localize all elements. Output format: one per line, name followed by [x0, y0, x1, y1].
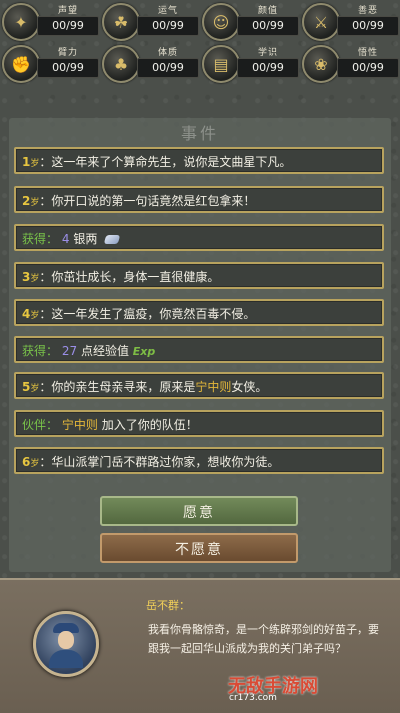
stat-label: 运气: [157, 6, 178, 16]
event-row: 1岁：这一年来了个算命先生，说你是文曲星下凡。: [14, 147, 384, 174]
event-age: 2岁: [22, 194, 40, 208]
scroll-icon: ✦: [2, 3, 40, 41]
event-row: 5岁：你的亲生母亲寻来，原来是宁中则女侠。: [14, 372, 384, 399]
crossed-swords-icon: ⚔: [302, 3, 340, 41]
event-sep: ：: [39, 155, 52, 169]
stat-looks: ☺ 颜值 00/99: [200, 2, 300, 42]
stat-value: 00/99: [337, 58, 399, 78]
stat-reputation: ✦ 声望 00/99: [0, 2, 100, 42]
reward-amount: 4: [61, 232, 70, 246]
stat-luck: ☘ 运气 00/99: [100, 2, 200, 42]
watermark-url: cr173.com: [229, 693, 277, 703]
event-text: 你的亲生母亲寻来，原来是: [51, 380, 196, 394]
event-text: 加入了你的队伍！: [101, 418, 198, 432]
event-text: 你茁壮成长，身体一直很健康。: [51, 270, 220, 284]
reward-text: 点经验值: [80, 344, 129, 358]
stat-label: 悟性: [357, 48, 378, 58]
stat-value: 00/99: [137, 16, 199, 36]
event-sep: ：: [39, 455, 52, 469]
event-age: 1岁: [22, 155, 40, 169]
stat-morality: ⚔ 善恶 00/99: [300, 2, 400, 42]
event-age: 4岁: [22, 307, 40, 321]
event-text: 你开口说的第一句话竟然是红包拿来！: [51, 194, 256, 208]
character-face: [58, 631, 74, 649]
stat-label: 体质: [157, 48, 178, 58]
stat-strength: ✊ 臂力 00/99: [0, 44, 100, 84]
stat-label: 善恶: [357, 6, 378, 16]
character-body: [49, 650, 83, 668]
character-name: 宁中则: [61, 418, 98, 432]
stat-value: 00/99: [237, 58, 299, 78]
reward-amount: 27: [61, 344, 78, 358]
reward-text: 银两: [73, 232, 98, 246]
stat-label: 臂力: [57, 48, 78, 58]
event-text: 这一年来了个算命先生，说你是文曲星下凡。: [51, 155, 292, 169]
stat-value: 00/99: [237, 16, 299, 36]
event-sep: ：: [39, 270, 52, 284]
event-row-companion: 伙伴： 宁中则 加入了你的队伍！: [14, 410, 384, 437]
event-row: 3岁：你茁壮成长，身体一直很健康。: [14, 262, 384, 289]
stat-value: 00/99: [37, 16, 99, 36]
gain-label: 获得：: [22, 232, 59, 246]
attribute-stats-bar: ✦ 声望 00/99 ☘ 运气 00/99 ☺ 颜值 00/99 ⚔ 善恶 00…: [0, 0, 400, 86]
accept-button[interactable]: 愿意: [100, 496, 298, 526]
panel-title: 事件: [180, 124, 219, 143]
speaker-name: 岳不群：: [146, 599, 190, 612]
stat-label: 声望: [57, 6, 78, 16]
event-text: 这一年发生了瘟疫，你竟然百毒不侵。: [51, 307, 256, 321]
stat-value: 00/99: [137, 58, 199, 78]
character-name: 宁中则: [195, 380, 232, 394]
dialog-text: 我看你骨骼惊奇，是一个练辟邪剑的好苗子，要跟我一起回华山派成为我的关门弟子吗？: [148, 623, 379, 655]
clover-icon: ☘: [102, 3, 140, 41]
event-age: 3岁: [22, 270, 40, 284]
event-age: 5岁: [22, 380, 40, 394]
face-icon: ☺: [202, 3, 240, 41]
lotus-icon: ❀: [302, 45, 340, 83]
companion-label: 伙伴：: [22, 418, 59, 432]
event-text: 女侠。: [231, 380, 268, 394]
event-text: 华山派掌门岳不群路过你家，想收你为徒。: [51, 455, 280, 469]
stat-constitution: ♣ 体质 00/99: [100, 44, 200, 84]
event-row-reward: 获得： 4 银两: [14, 224, 384, 251]
event-age: 6岁: [22, 455, 40, 469]
event-row: 6岁：华山派掌门岳不群路过你家，想收你为徒。: [14, 447, 384, 474]
book-icon: ▤: [202, 45, 240, 83]
event-row: 2岁：你开口说的第一句话竟然是红包拿来！: [14, 186, 384, 213]
event-row-reward: 获得： 27 点经验值 Exp: [14, 336, 384, 363]
event-sep: ：: [39, 380, 52, 394]
exp-icon: Exp: [132, 345, 156, 358]
stat-comprehension: ❀ 悟性 00/99: [300, 44, 400, 84]
stat-knowledge: ▤ 学识 00/99: [200, 44, 300, 84]
event-sep: ：: [39, 307, 52, 321]
fist-icon: ✊: [2, 45, 40, 83]
event-sep: ：: [39, 194, 52, 208]
stat-value: 00/99: [37, 58, 99, 78]
stat-label: 学识: [257, 48, 278, 58]
avatar: [33, 611, 99, 677]
event-row: 4岁：这一年发生了瘟疫，你竟然百毒不侵。: [14, 299, 384, 326]
gain-label: 获得：: [22, 344, 59, 358]
decline-button[interactable]: 不愿意: [100, 533, 298, 563]
silver-ingot-icon: [103, 235, 121, 244]
stat-label: 颜值: [257, 6, 278, 16]
stat-value: 00/99: [337, 16, 399, 36]
body-icon: ♣: [102, 45, 140, 83]
